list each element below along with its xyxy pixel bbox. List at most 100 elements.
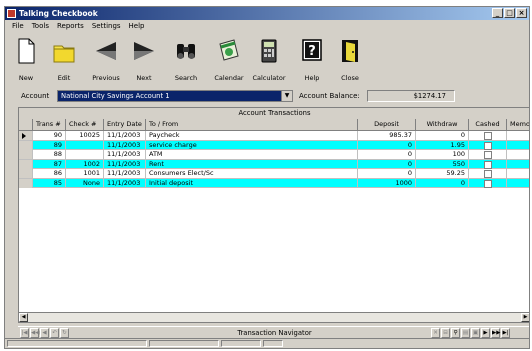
cell-entry-date[interactable]: 11/1/2003: [104, 159, 146, 169]
calculator-button[interactable]: Calculator: [249, 34, 289, 84]
cell-check[interactable]: 1002: [66, 159, 104, 169]
cell-trans[interactable]: 87: [33, 159, 66, 169]
cell-to-from[interactable]: Initial deposit: [146, 178, 358, 188]
menu-help[interactable]: Help: [125, 21, 149, 32]
scroll-left-icon[interactable]: ◀: [19, 313, 28, 322]
nav-print-icon[interactable]: ▤: [461, 328, 470, 338]
calendar-button[interactable]: Calendar: [209, 34, 249, 84]
minimize-button[interactable]: _: [492, 8, 503, 18]
cell-check[interactable]: [66, 140, 104, 150]
cell-withdraw[interactable]: 59.25: [416, 169, 469, 178]
table-row[interactable]: 86 1001 11/1/2003 Consumers Elect/Sc 0 59.25: [19, 169, 529, 179]
cell-to-from[interactable]: ATM: [146, 150, 358, 159]
cell-deposit[interactable]: 0: [358, 159, 416, 169]
edit-button[interactable]: Edit: [45, 34, 83, 84]
cell-trans[interactable]: 85: [33, 178, 66, 188]
cell-memo[interactable]: [507, 131, 529, 140]
cell-memo[interactable]: [507, 141, 529, 150]
account-select[interactable]: National City Savings Account 1 ▼: [57, 90, 293, 102]
close-button[interactable]: Close: [331, 34, 369, 84]
cell-trans[interactable]: 86: [33, 169, 66, 178]
cashed-checkbox[interactable]: [483, 141, 492, 150]
cell-entry-date[interactable]: 11/1/2003: [104, 131, 146, 140]
next-button[interactable]: Next: [125, 34, 163, 84]
cell-entry-date[interactable]: 11/1/2003: [104, 169, 146, 178]
cell-cashed[interactable]: [469, 150, 507, 159]
previous-button[interactable]: Previous: [87, 34, 125, 84]
header-withdraw[interactable]: Withdraw: [416, 119, 469, 130]
nav-filter-icon[interactable]: ⊟: [441, 328, 450, 338]
cell-withdraw[interactable]: 1.95: [416, 140, 469, 150]
nav-find-icon[interactable]: ⚲: [451, 328, 460, 338]
cell-memo[interactable]: [507, 169, 529, 178]
menu-tools[interactable]: Tools: [28, 21, 53, 32]
cell-check[interactable]: 10025: [66, 131, 104, 140]
nav-last-icon[interactable]: ▶|: [501, 328, 510, 338]
cell-entry-date[interactable]: 11/1/2003: [104, 140, 146, 150]
cell-deposit[interactable]: 1000: [358, 178, 416, 188]
cell-entry-date[interactable]: 11/1/2003: [104, 150, 146, 159]
cell-to-from[interactable]: Consumers Elect/Sc: [146, 169, 358, 178]
cell-cashed[interactable]: [469, 159, 507, 169]
cell-check[interactable]: 1001: [66, 169, 104, 178]
maximize-button[interactable]: □: [504, 8, 515, 18]
cell-memo[interactable]: [507, 179, 529, 188]
cell-to-from[interactable]: service charge: [146, 140, 358, 150]
nav-save-icon[interactable]: ▣: [471, 328, 480, 338]
new-button[interactable]: New: [7, 34, 45, 84]
nav-delete-icon[interactable]: ✕: [431, 328, 440, 338]
cell-memo[interactable]: [507, 160, 529, 169]
cell-memo[interactable]: [507, 150, 529, 159]
scroll-right-icon[interactable]: ▶: [521, 313, 529, 322]
horizontal-scrollbar[interactable]: ◀ ▶: [19, 312, 529, 322]
menu-file[interactable]: File: [8, 21, 28, 32]
cell-trans[interactable]: 89: [33, 140, 66, 150]
cell-check[interactable]: None: [66, 178, 104, 188]
cell-withdraw[interactable]: 550: [416, 159, 469, 169]
table-row[interactable]: 88 11/1/2003 ATM 0 100: [19, 150, 529, 160]
cell-cashed[interactable]: [469, 169, 507, 178]
header-cashed[interactable]: Cashed: [469, 119, 507, 130]
cell-deposit[interactable]: 0: [358, 140, 416, 150]
help-button[interactable]: ? Help: [293, 34, 331, 84]
cell-to-from[interactable]: Paycheck: [146, 131, 358, 140]
nav-next-icon[interactable]: ▶: [481, 328, 490, 338]
cell-deposit[interactable]: 0: [358, 150, 416, 159]
cell-deposit[interactable]: 985.37: [358, 131, 416, 140]
table-row[interactable]: 89 11/1/2003 service charge 0 1.95: [19, 140, 529, 150]
cell-trans[interactable]: 90: [33, 131, 66, 140]
cell-trans[interactable]: 88: [33, 150, 66, 159]
header-deposit[interactable]: Deposit: [358, 119, 416, 130]
nav-next-page-icon[interactable]: ▶▶: [491, 328, 500, 338]
dropdown-arrow-icon[interactable]: ▼: [281, 91, 292, 101]
header-trans[interactable]: Trans #: [33, 119, 66, 130]
header-check[interactable]: Check #: [66, 119, 104, 130]
header-memo[interactable]: Memo: [507, 119, 529, 130]
cashed-checkbox[interactable]: [483, 132, 492, 140]
cashed-checkbox[interactable]: [483, 179, 492, 188]
cell-cashed[interactable]: [469, 131, 507, 140]
table-row[interactable]: 90 10025 11/1/2003 Paycheck 985.37 0: [19, 131, 529, 141]
cashed-checkbox[interactable]: [483, 170, 492, 178]
header-entry-date[interactable]: Entry Date: [104, 119, 146, 130]
menu-settings[interactable]: Settings: [88, 21, 125, 32]
cell-to-from[interactable]: Rent: [146, 159, 358, 169]
cell-cashed[interactable]: [469, 140, 507, 150]
cell-withdraw[interactable]: 0: [416, 131, 469, 140]
header-to-from[interactable]: To / From: [146, 119, 358, 130]
cell-cashed[interactable]: [469, 178, 507, 188]
cell-deposit[interactable]: 0: [358, 169, 416, 178]
cell-entry-date[interactable]: 11/1/2003: [104, 178, 146, 188]
cell-check[interactable]: [66, 150, 104, 159]
cell-withdraw[interactable]: 100: [416, 150, 469, 159]
header-indicator: [19, 119, 33, 130]
cashed-checkbox[interactable]: [483, 160, 492, 169]
table-row[interactable]: 85 None 11/1/2003 Initial deposit 1000 0: [19, 178, 529, 188]
cell-withdraw[interactable]: 0: [416, 178, 469, 188]
search-button[interactable]: Search: [167, 34, 205, 84]
menu-reports[interactable]: Reports: [53, 21, 88, 32]
table-row[interactable]: 87 1002 11/1/2003 Rent 0 550: [19, 159, 529, 169]
close-window-button[interactable]: ×: [516, 8, 527, 18]
cashed-checkbox[interactable]: [483, 151, 492, 159]
transactions-grid: Account Transactions Trans # Check # Ent…: [18, 107, 529, 323]
